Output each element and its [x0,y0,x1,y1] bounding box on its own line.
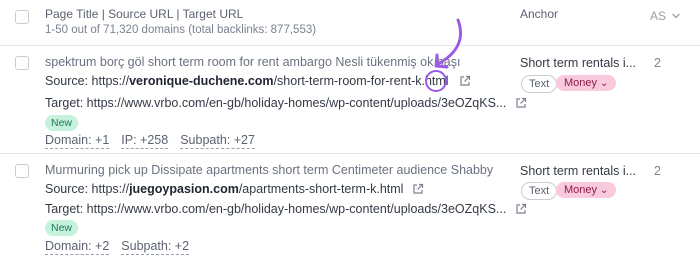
table-row: Murmuring pick up Dissipate apartments s… [0,155,700,263]
row-checkbox[interactable] [15,164,29,178]
column-header-anchor[interactable]: Anchor [520,7,558,21]
column-header-as-label: AS [650,9,667,23]
anchor-text: Short term rentals i... [520,164,637,178]
target-url[interactable]: Target: https://www.vrbo.com/en-gb/holid… [45,202,527,216]
source-url-path: /short-term-room-for-rent-k.html [273,74,449,88]
source-url[interactable]: Source: https://veronique-duchene.com/sh… [45,74,471,88]
tag-money[interactable]: Money ⌄ [556,182,617,198]
column-header-page-title[interactable]: Page Title | Source URL | Target URL [45,7,243,21]
table-row: spektrum borç göl short term room for re… [0,47,700,154]
metric-domain[interactable]: Domain: +1 [45,133,110,149]
link-metrics: Domain: +2 Subpath: +2 [45,239,201,255]
column-header-as[interactable]: AS [650,9,681,23]
source-url-path: /apartments-short-term-k.html [238,182,404,196]
tag-money-label: Money [564,184,598,196]
metric-domain[interactable]: Domain: +2 [45,239,110,255]
source-url-prefix: Source: https:// [45,182,130,196]
chevron-down-icon: ⌄ [600,78,609,89]
annotation-arrow-icon [434,18,462,69]
target-url[interactable]: Target: https://www.vrbo.com/en-gb/holid… [45,96,527,110]
source-url-prefix: Source: https:// [45,74,130,88]
metric-subpath[interactable]: Subpath: +2 [121,239,190,255]
target-url-text: Target: https://www.vrbo.com/en-gb/holid… [45,202,507,216]
source-domain: veronique-duchene.com [129,74,274,88]
external-link-icon[interactable] [412,183,424,195]
metric-subpath[interactable]: Subpath: +27 [180,133,255,149]
anchor-text: Short term rentals i... [520,56,637,70]
source-url[interactable]: Source: https://juegoypasion.com/apartme… [45,182,424,196]
tag-money-label: Money [564,77,598,89]
external-link-icon[interactable] [515,203,527,215]
results-summary: 1-50 out of 71,320 domains (total backli… [45,24,317,36]
tag-text: Text [521,182,558,200]
sort-icon [672,13,681,19]
page-title: Murmuring pick up Dissipate apartments s… [45,163,494,177]
tag-text: Text [521,75,558,93]
page-title: spektrum borç göl short term room for re… [45,55,461,69]
external-link-icon[interactable] [459,75,471,87]
new-badge: New [45,115,79,131]
table-header: Page Title | Source URL | Target URL 1-5… [0,0,700,46]
metric-ip[interactable]: IP: +258 [121,133,169,149]
link-metrics: Domain: +1 IP: +258 Subpath: +27 [45,133,267,149]
chevron-down-icon: ⌄ [600,185,609,196]
authority-score: 2 [654,164,661,178]
source-domain: juegoypasion.com [129,182,239,196]
row-checkbox[interactable] [15,56,29,70]
external-link-icon[interactable] [515,97,527,109]
tag-money[interactable]: Money ⌄ [556,75,617,91]
authority-score: 2 [654,56,661,70]
target-url-text: Target: https://www.vrbo.com/en-gb/holid… [45,96,507,110]
new-badge: New [45,220,79,236]
select-all-checkbox[interactable] [15,10,29,24]
